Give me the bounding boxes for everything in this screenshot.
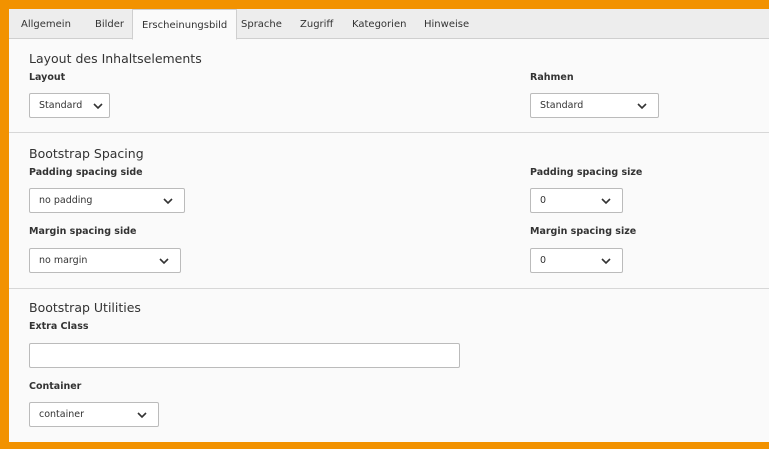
section-title-layout: Layout des Inhaltselements xyxy=(29,51,202,66)
margin-size-label: Margin spacing size xyxy=(530,226,637,237)
section-title-spacing: Bootstrap Spacing xyxy=(29,146,144,161)
padding-size-value: 0 xyxy=(540,195,547,206)
chevron-down-icon xyxy=(93,103,103,110)
section-divider xyxy=(9,288,769,289)
margin-side-select[interactable]: no margin xyxy=(29,248,181,273)
extra-class-label: Extra Class xyxy=(29,321,89,332)
tab-erscheinungsbild[interactable]: Erscheinungsbild xyxy=(132,9,238,40)
tab-allgemein[interactable]: Allgemein xyxy=(21,9,71,39)
tab-hinweise[interactable]: Hinweise xyxy=(424,9,469,39)
tab-sprache[interactable]: Sprache xyxy=(241,9,282,39)
content-element-form: Allgemein Bilder Erscheinungsbild Sprach… xyxy=(9,9,769,442)
padding-side-value: no padding xyxy=(39,195,93,206)
section-divider xyxy=(9,132,769,133)
chevron-down-icon xyxy=(159,258,169,265)
chevron-down-icon xyxy=(637,103,647,110)
container-label: Container xyxy=(29,381,82,392)
rahmen-label: Rahmen xyxy=(530,72,574,83)
extra-class-value xyxy=(30,351,38,362)
margin-size-value: 0 xyxy=(540,255,547,266)
container-select[interactable]: container xyxy=(29,402,159,427)
padding-size-select[interactable]: 0 xyxy=(530,188,623,213)
margin-size-select[interactable]: 0 xyxy=(530,248,623,273)
chevron-down-icon xyxy=(601,258,611,265)
padding-side-label: Padding spacing side xyxy=(29,167,143,178)
chevron-down-icon xyxy=(137,412,147,419)
margin-side-value: no margin xyxy=(39,255,88,266)
padding-size-label: Padding spacing size xyxy=(530,167,643,178)
editor-frame: Allgemein Bilder Erscheinungsbild Sprach… xyxy=(0,0,769,449)
section-title-utilities: Bootstrap Utilities xyxy=(29,300,141,315)
chevron-down-icon xyxy=(163,198,173,205)
tab-bar: Allgemein Bilder Erscheinungsbild Sprach… xyxy=(9,9,769,40)
container-select-value: container xyxy=(39,409,85,420)
tab-kategorien[interactable]: Kategorien xyxy=(352,9,406,39)
chevron-down-icon xyxy=(601,198,611,205)
margin-side-label: Margin spacing side xyxy=(29,226,137,237)
layout-select[interactable]: Standard xyxy=(29,93,110,118)
rahmen-select-value: Standard xyxy=(540,100,584,111)
layout-select-value: Standard xyxy=(39,100,83,111)
tab-bilder[interactable]: Bilder xyxy=(95,9,124,39)
rahmen-select[interactable]: Standard xyxy=(530,93,659,118)
padding-side-select[interactable]: no padding xyxy=(29,188,185,213)
layout-label: Layout xyxy=(29,72,66,83)
tab-zugriff[interactable]: Zugriff xyxy=(300,9,333,39)
extra-class-input[interactable] xyxy=(29,343,460,368)
